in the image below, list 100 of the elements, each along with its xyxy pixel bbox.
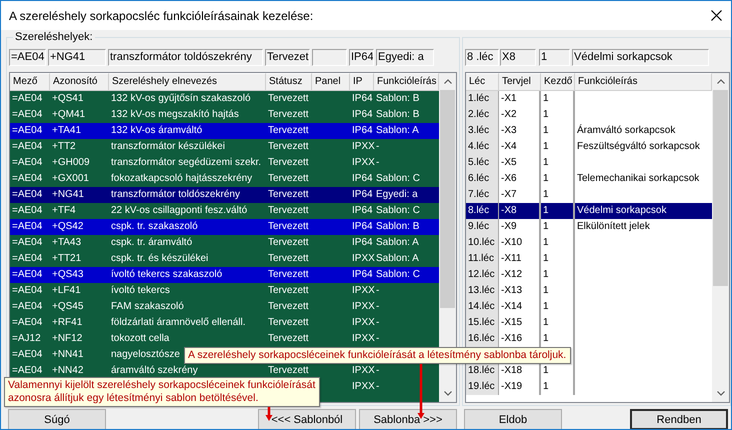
table-cell-text: Sablon: C (375, 172, 420, 186)
table-cell: 1 (541, 219, 575, 235)
table-cell-text: +NG41 (51, 188, 84, 202)
table-cell: 14.léc (466, 299, 499, 315)
list-row[interactable]: =AE04 +QS42 cspk. tr. szakaszoló Tervezett IP64 Sablon: B (10, 219, 439, 235)
table-cell-text: - (375, 140, 380, 154)
list-row[interactable]: =AE04 +NG41 transzformátor toldószekrény Tervezett IP64 Egyedi: a (10, 187, 439, 203)
scroll-thumb[interactable] (713, 90, 728, 286)
table-cell-text: Tervezett (267, 236, 309, 250)
dialog-button[interactable]: Eldob (464, 409, 562, 429)
window-title: A szereléshely sorkapocsléc funkcióleírásainak kezelése: (9, 8, 314, 22)
table-cell: 1 (541, 251, 575, 267)
list-row[interactable]: =AE04 +QS43 ívoltó tekercs szakaszoló Tervezett IP64 Sablon: C (10, 267, 439, 283)
scroll-thumb[interactable] (440, 90, 455, 308)
table-cell-text: =AJ12 (11, 332, 41, 346)
table-cell-text: =AE04 (11, 284, 42, 298)
table-cell-text: =AE04 (11, 236, 42, 250)
table-cell-text: IPXX (351, 284, 375, 298)
list-row[interactable]: 8.léc -X8 1 Védelmi sorkapcsok (466, 203, 712, 219)
table-cell-text: IPXX (351, 300, 375, 314)
column-header[interactable]: Mező (10, 73, 50, 91)
field-value: Védelmi sorkapcsok (572, 49, 709, 66)
table-cell: -X8 (499, 203, 541, 219)
scroll-down-icon[interactable] (716, 391, 724, 396)
table-cell-text: FAM szakaszoló (110, 300, 184, 314)
table-cell-text: Tervezett (267, 284, 309, 298)
table-cell-text: IPXX (351, 380, 375, 394)
column-header[interactable]: Tervjel (499, 73, 541, 91)
table-cell-text: tokozott cella (110, 332, 170, 346)
table-cell-text: - (375, 284, 380, 298)
scrollbar[interactable] (712, 73, 729, 402)
table-cell-text: Tervezett (267, 316, 309, 330)
table-cell: 12.léc (466, 267, 499, 283)
table-cell-text: IP64 (351, 188, 373, 202)
table-cell-text: =AE04 (11, 348, 42, 362)
table-cell-text: 132 kV-os áramváltó (110, 124, 202, 138)
table-cell-text: Tervezett (267, 252, 309, 266)
table-cell: 1 (541, 107, 575, 123)
list-row[interactable]: =AE04 +TA41 132 kV-os áramváltó Tervezett IP64 Sablon: A (10, 123, 439, 139)
scroll-down-icon[interactable] (444, 391, 452, 396)
table-cell-text: Tervezett (267, 188, 309, 202)
table-cell: 1 (541, 379, 575, 395)
table-cell: 4.léc (466, 139, 499, 155)
field-value: Tervezet (265, 49, 310, 66)
table-cell-text: IP64 (351, 108, 373, 122)
table-cell-text: Sablon: B (375, 92, 420, 106)
column-header[interactable]: Panel (312, 73, 350, 91)
tooltip: Valamennyi kijelölt szereléshely sorkapocsléceinek funkcióleírását azonosra állítjuk egy létesítményi sablon betöltésével. (4, 377, 320, 407)
table-cell: 13.léc (466, 283, 499, 299)
table-cell-text: Elkülönített jelek (576, 220, 651, 234)
dialog-button[interactable]: Rendben (630, 409, 728, 429)
table-cell-text: =AE04 (11, 140, 42, 154)
group-label: Szereléshelyek: (13, 31, 95, 44)
field-value: transzformátor toldószekrény (108, 49, 263, 66)
column-header[interactable]: Kezdő (541, 73, 575, 91)
table-cell-text: =AE04 (11, 316, 42, 330)
table-cell-text: Sablon: B (375, 108, 420, 122)
table-cell-text: +QM41 (51, 108, 86, 122)
table-cell-text: Tervezett (267, 268, 309, 282)
table-cell: 1 (541, 299, 575, 315)
column-header[interactable]: Léc (466, 73, 499, 91)
column-header[interactable]: Szereléshely elnevezés (109, 73, 266, 91)
column-header[interactable]: IP (350, 73, 374, 91)
table-cell-text: Sablon: B (375, 220, 420, 234)
table-cell: 1 (541, 315, 575, 331)
scroll-up-icon[interactable] (716, 79, 724, 84)
column-header[interactable]: Funkcióleírás (374, 73, 439, 91)
field-value: Egyedi: a (376, 49, 434, 66)
table-cell-text: Tervezett (267, 140, 309, 154)
table-cell-text: +TA43 (51, 236, 81, 250)
table-cell: 2.léc (466, 107, 499, 123)
field-value: 1 (539, 49, 570, 66)
table-cell: 6.léc (466, 171, 499, 187)
table-cell-text: Tervezett (267, 300, 309, 314)
table-cell-text: cspk. tr. áramváltó (110, 236, 192, 250)
list-row[interactable]: 19.léc -X19 1 (466, 379, 712, 395)
table-cell-text: Tervezett (267, 92, 309, 106)
column-header[interactable]: Funkcióleírás (575, 73, 712, 91)
table-cell: Védelmi sorkapcsok (575, 203, 712, 219)
table-cell-text: földzárlati áramnövelő ellenáll. (110, 316, 246, 330)
close-icon[interactable] (711, 10, 722, 21)
dialog-button[interactable]: Súgó (8, 409, 106, 429)
column-header[interactable]: Státusz (266, 73, 312, 91)
table-cell-text: +TT2 (51, 140, 76, 154)
table-cell-text: =AE04 (11, 268, 42, 282)
scroll-up-icon[interactable] (444, 79, 452, 84)
table-cell-text: =AE04 (11, 220, 42, 234)
table-cell-text: Tervezett (267, 332, 309, 346)
table-cell-text: - (375, 332, 380, 346)
pointer-arrow (265, 407, 273, 421)
column-header[interactable]: Azonosító (50, 73, 109, 91)
table-cell-text: +RF41 (51, 316, 82, 330)
dialog-button[interactable]: <<< Sablonból (258, 409, 356, 429)
table-cell: 9.léc (466, 219, 499, 235)
table-cell: 10.léc (466, 235, 499, 251)
dialog-button[interactable]: Sablonba >>> (359, 409, 457, 429)
table-cell-text: +GH009 (51, 156, 90, 170)
table-cell: 15.léc (466, 315, 499, 331)
table-cell-text: +LF41 (51, 284, 81, 298)
table-cell-text: Telemechanikai sorkapcsok (576, 172, 700, 186)
